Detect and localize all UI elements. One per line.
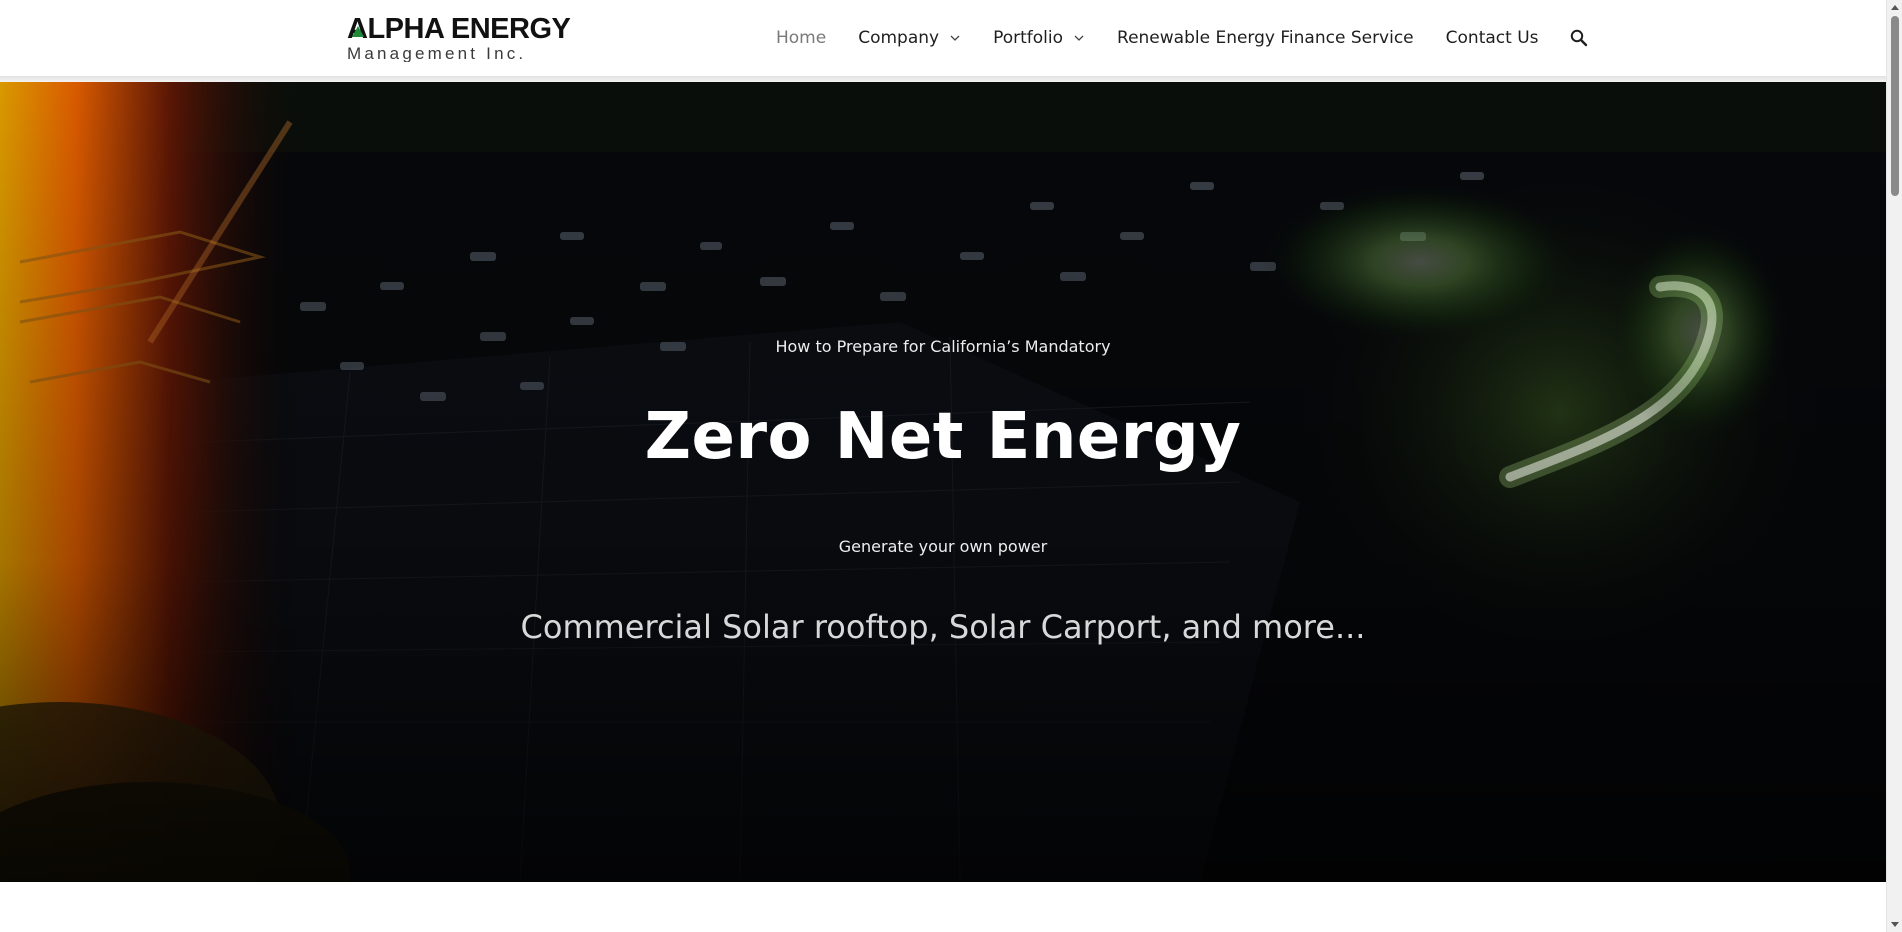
chevron-down-icon xyxy=(1074,35,1084,41)
nav-item-portfolio[interactable]: Portfolio xyxy=(993,28,1085,48)
page: ALPHA ENERGY Management Inc. Home Compan… xyxy=(0,0,1902,932)
nav-item-home[interactable]: Home xyxy=(776,28,826,48)
scrollbar-thumb[interactable] xyxy=(1891,16,1899,196)
site-header: ALPHA ENERGY Management Inc. Home Compan… xyxy=(0,0,1886,77)
nav-item-label: Home xyxy=(776,28,827,48)
nav-item-label: Company xyxy=(858,28,940,48)
svg-text:ALPHA ENERGY: ALPHA ENERGY xyxy=(347,14,570,45)
site-logo[interactable]: ALPHA ENERGY Management Inc. xyxy=(345,14,603,62)
nav-item-company[interactable]: Company xyxy=(858,28,961,48)
nav-item-renewable-finance[interactable]: Renewable Energy Finance Service xyxy=(1117,28,1414,48)
nav-item-label: Contact Us xyxy=(1445,28,1539,48)
hero-tagline: Commercial Solar rooftop, Solar Carport,… xyxy=(520,608,1366,646)
main-nav: Home Company Portfolio Renewable Energy … xyxy=(776,20,1589,56)
chevron-down-icon xyxy=(950,35,960,41)
hero-subtitle: Generate your own power xyxy=(838,537,1048,556)
hero-background-image xyxy=(0,82,1886,882)
nav-item-contact[interactable]: Contact Us xyxy=(1446,28,1539,48)
hero-pretitle: How to Prepare for California’s Mandator… xyxy=(775,337,1111,356)
search-icon[interactable] xyxy=(1569,28,1589,48)
scroll-down-arrow-icon[interactable] xyxy=(1891,922,1899,927)
page-scrollbar[interactable] xyxy=(1886,0,1902,932)
hero-title: Zero Net Energy xyxy=(644,400,1242,474)
nav-item-label: Portfolio xyxy=(993,28,1064,48)
svg-text:Management Inc.: Management Inc. xyxy=(347,44,526,62)
scroll-up-arrow-icon[interactable] xyxy=(1891,5,1899,10)
nav-item-label: Renewable Energy Finance Service xyxy=(1117,28,1414,48)
hero-banner: How to Prepare for California’s Mandator… xyxy=(0,82,1886,882)
